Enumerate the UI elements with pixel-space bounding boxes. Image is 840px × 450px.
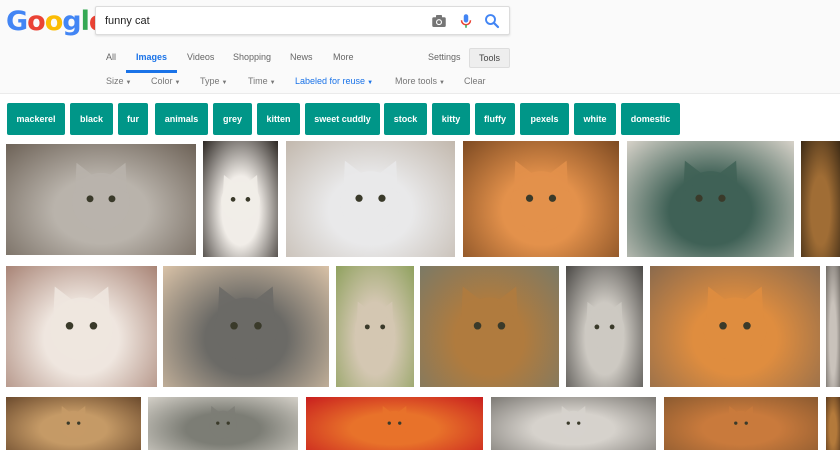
active-tab-indicator: [126, 70, 177, 73]
chip-domestic[interactable]: domestic: [621, 103, 680, 135]
cat-photo-icon: [340, 160, 401, 232]
cat-image-19[interactable]: [826, 397, 840, 450]
chip-stock[interactable]: stock: [384, 103, 427, 135]
mic-icon[interactable]: [457, 12, 475, 30]
cat-photo-icon: [221, 174, 260, 221]
cat-photo-icon: [380, 405, 409, 439]
filter-label: Color: [151, 76, 173, 86]
camera-icon[interactable]: [430, 12, 448, 30]
tab-all[interactable]: All: [106, 52, 116, 62]
chip-fluffy[interactable]: fluffy: [475, 103, 515, 135]
cat-photo-icon: [559, 405, 588, 439]
cat-image-3[interactable]: [286, 141, 455, 257]
filter-label: Type: [200, 76, 220, 86]
logo-letter: o: [27, 6, 46, 37]
tab-news[interactable]: News: [290, 52, 313, 62]
tab-images[interactable]: Images: [136, 52, 167, 62]
filter-more-tools[interactable]: More tools ▼: [395, 76, 445, 86]
cat-photo-icon: [584, 301, 625, 349]
filter-type[interactable]: Type ▼: [200, 76, 227, 86]
cat-photo-icon: [59, 405, 88, 439]
filter-label: Labeled for reuse: [295, 76, 366, 86]
cat-image-9[interactable]: [336, 266, 414, 387]
cat-image-15[interactable]: [148, 397, 298, 450]
cat-photo-icon: [214, 286, 278, 361]
chip-black[interactable]: black: [70, 103, 113, 135]
chip-grey[interactable]: grey: [213, 103, 252, 135]
cat-photo-icon: [354, 301, 396, 350]
cat-photo-icon: [458, 286, 521, 361]
caret-down-icon: ▼: [221, 80, 228, 86]
cat-photo-icon: [510, 160, 572, 232]
cat-image-4[interactable]: [463, 141, 619, 257]
chip-kitty[interactable]: kitty: [432, 103, 470, 135]
caret-down-icon: ▼: [174, 80, 181, 86]
cat-image-7[interactable]: [6, 266, 157, 387]
search-input[interactable]: [105, 11, 405, 31]
chip-kitten[interactable]: kitten: [257, 103, 300, 135]
logo-letter: G: [6, 6, 28, 37]
cat-image-10[interactable]: [420, 266, 559, 387]
cat-photo-icon: [727, 405, 755, 439]
tab-videos[interactable]: Videos: [187, 52, 214, 62]
google-logo[interactable]: Google: [6, 6, 107, 37]
cat-image-2[interactable]: [203, 141, 278, 257]
filter-color[interactable]: Color ▼: [151, 76, 180, 86]
cat-image-18[interactable]: [664, 397, 818, 450]
filter-clear[interactable]: Clear: [464, 76, 486, 86]
cat-image-17[interactable]: [491, 397, 656, 450]
tools-button[interactable]: Tools: [469, 48, 510, 68]
caret-down-icon: ▼: [439, 80, 445, 86]
chip-animals[interactable]: animals: [155, 103, 208, 135]
cat-image-1[interactable]: [6, 144, 196, 255]
chip-mackerel[interactable]: mackerel: [7, 103, 65, 135]
filter-usage-rights[interactable]: Labeled for reuse ▼: [295, 76, 373, 86]
caret-down-icon: ▼: [125, 80, 132, 86]
chip-fur[interactable]: fur: [118, 103, 148, 135]
cat-photo-icon: [50, 286, 113, 361]
filter-label: Time: [248, 76, 268, 86]
filter-label: More tools: [395, 76, 438, 86]
tab-shopping[interactable]: Shopping: [233, 52, 271, 62]
cat-image-5[interactable]: [627, 141, 794, 257]
cat-image-14[interactable]: [6, 397, 141, 450]
caret-down-icon: ▼: [367, 80, 374, 86]
search-box[interactable]: [95, 6, 510, 35]
caret-down-icon: ▼: [269, 80, 276, 86]
filter-size[interactable]: Size ▼: [106, 76, 131, 86]
cat-photo-icon: [209, 405, 237, 439]
logo-letter: l: [80, 6, 90, 37]
cat-photo-icon: [72, 162, 130, 231]
cat-image-13[interactable]: [826, 266, 840, 387]
logo-letter: o: [44, 6, 64, 37]
header: Google All Images Videos Shopping News M…: [0, 0, 840, 94]
search-tabs: All Images Videos Shopping News More Set…: [0, 44, 840, 74]
cat-image-8[interactable]: [163, 266, 329, 387]
chip-sweet-cuddly[interactable]: sweet cuddly: [305, 103, 380, 135]
cat-image-12[interactable]: [650, 266, 820, 387]
filter-time[interactable]: Time ▼: [248, 76, 276, 86]
related-chips: mackerel black fur animals grey kitten s…: [0, 103, 840, 135]
chip-pexels[interactable]: pexels: [520, 103, 569, 135]
cat-image-6[interactable]: [801, 141, 840, 257]
cat-image-11[interactable]: [566, 266, 643, 387]
filter-label: Size: [106, 76, 124, 86]
cat-photo-icon: [703, 286, 767, 361]
cat-image-16[interactable]: [306, 397, 483, 450]
tab-more[interactable]: More: [333, 52, 354, 62]
chip-white[interactable]: white: [574, 103, 616, 135]
logo-letter: g: [62, 6, 81, 37]
settings-link[interactable]: Settings: [428, 52, 461, 62]
search-icon[interactable]: [483, 12, 501, 30]
cat-photo-icon: [680, 160, 741, 232]
